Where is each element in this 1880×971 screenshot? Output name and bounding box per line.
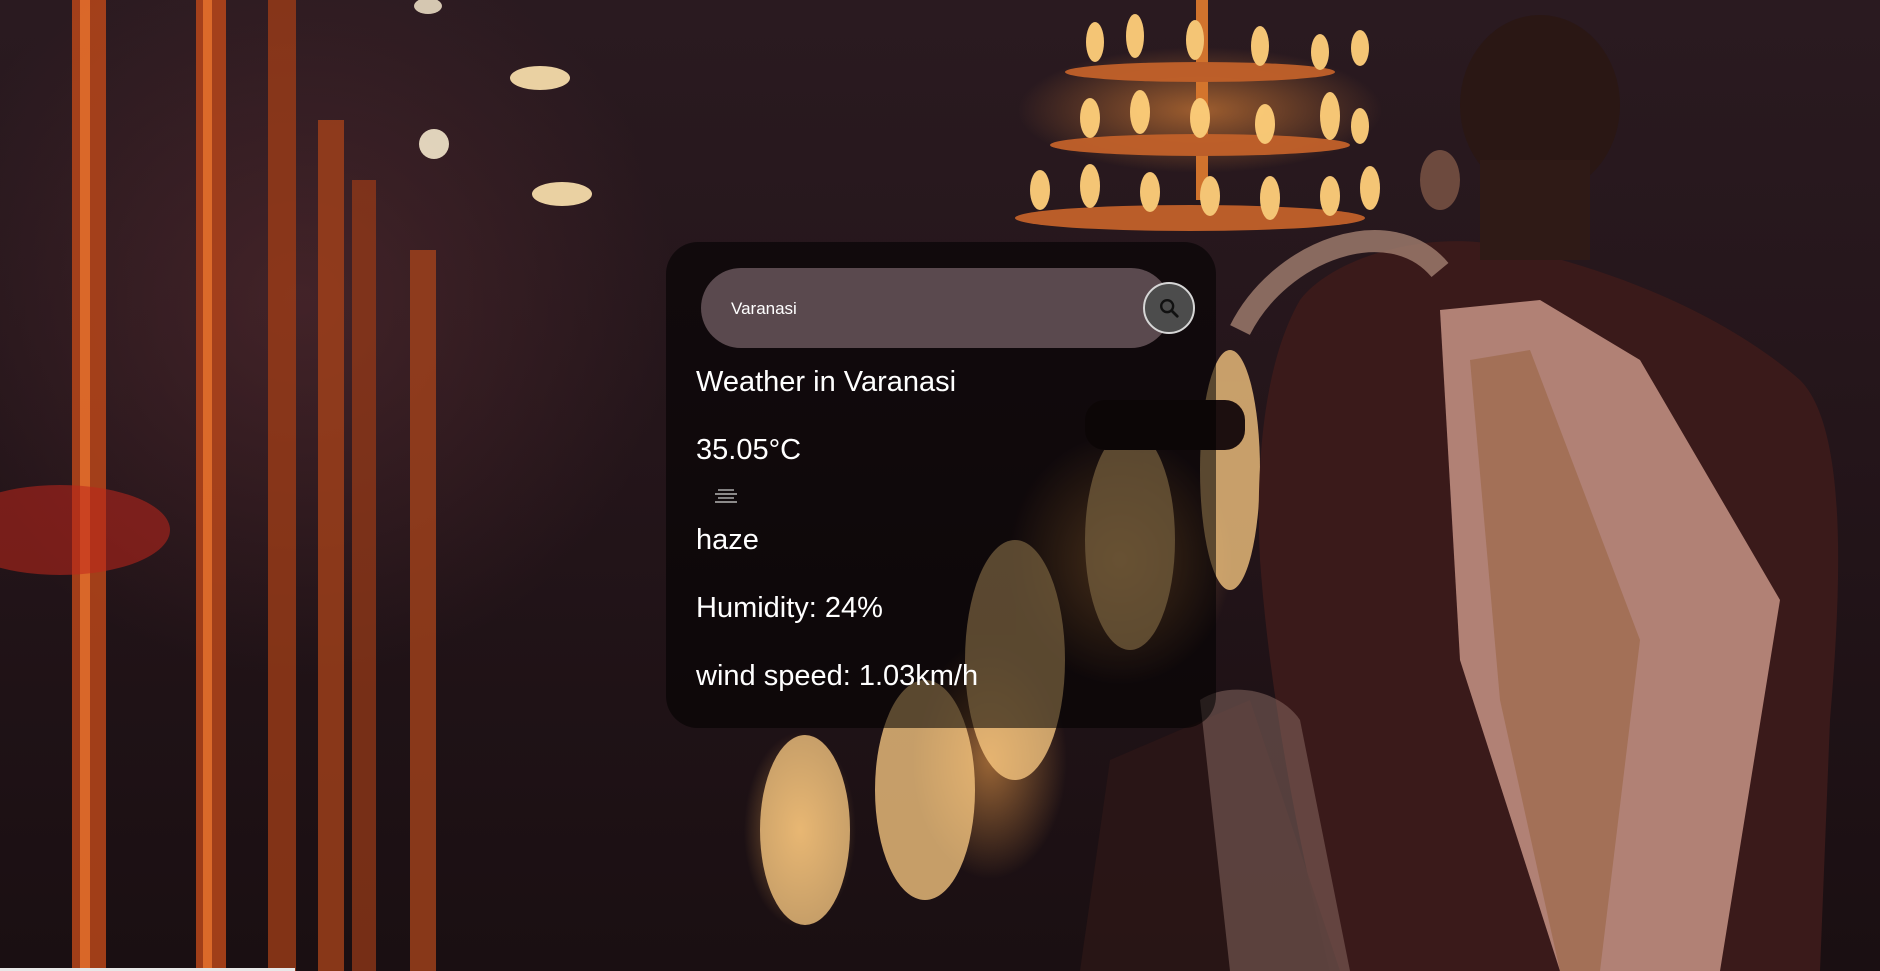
search-icon xyxy=(1160,299,1179,318)
weather-card: Weather in Varanasi 35.05°C haze Humidit… xyxy=(666,242,1216,728)
humidity: Humidity: 24% xyxy=(696,592,883,624)
wind-speed: wind speed: 1.03km/h xyxy=(696,660,979,692)
temperature: 35.05°C xyxy=(696,434,802,466)
city-heading: Weather in Varanasi xyxy=(696,366,957,398)
weather-description: haze xyxy=(696,524,759,556)
search-button[interactable] xyxy=(1143,282,1195,334)
search-input[interactable] xyxy=(729,268,1093,350)
search-bar xyxy=(701,268,1195,350)
haze-icon xyxy=(706,480,746,520)
